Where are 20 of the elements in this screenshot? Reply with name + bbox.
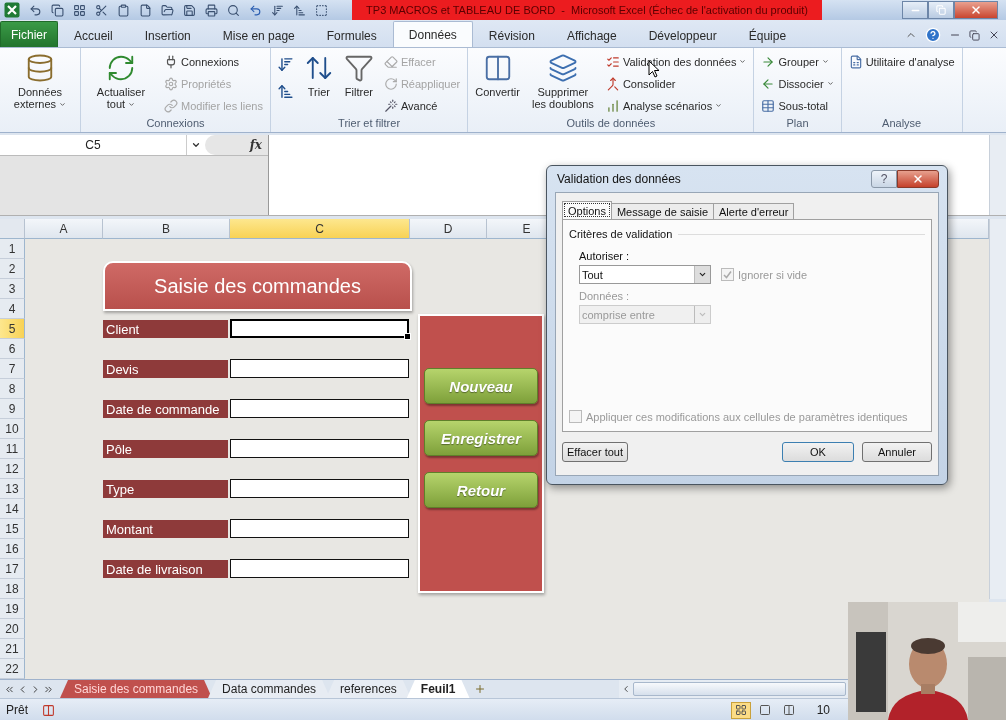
group-label: Trier et filtrer bbox=[337, 116, 402, 131]
group-label: Connexions bbox=[145, 116, 206, 131]
form-title: Saisie des commandes bbox=[103, 261, 412, 311]
field-label: Type bbox=[103, 480, 230, 498]
group-label: Plan bbox=[785, 116, 810, 131]
field-label: Autoriser : bbox=[579, 250, 631, 262]
field-label: Pôle bbox=[103, 440, 230, 458]
field-label: Montant bbox=[103, 520, 230, 538]
field-label: Client bbox=[103, 320, 230, 338]
field-label: Date de livraison bbox=[103, 560, 230, 578]
group-label: Analyse bbox=[881, 116, 923, 131]
section-title: Critères de validation bbox=[569, 228, 673, 240]
zoom-level: 10 bbox=[816, 703, 830, 717]
dialog-title: Validation des données bbox=[557, 172, 681, 186]
field-label: Date de commande bbox=[103, 400, 230, 418]
field-label: Données : bbox=[579, 290, 631, 302]
status-text: Prêt bbox=[6, 703, 28, 717]
field-label: Devis bbox=[103, 360, 230, 378]
window-title: TP3 MACROS et TABLEAU DE BORD - Microsoft Excel (Échec de l'activation du produit) bbox=[352, 0, 822, 20]
group-label: Outils de données bbox=[565, 116, 657, 131]
